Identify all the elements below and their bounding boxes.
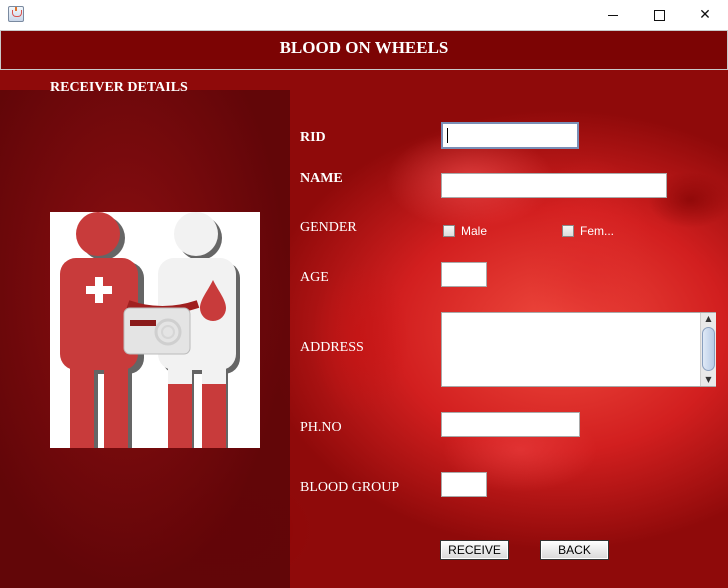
minimize-button[interactable] [590, 0, 636, 30]
address-scrollbar[interactable]: ▲ ▼ [700, 313, 716, 386]
section-title: RECEIVER DETAILS [50, 80, 188, 95]
rid-input[interactable] [441, 122, 579, 149]
address-label: ADDRESS [300, 340, 364, 355]
female-checkbox[interactable] [562, 225, 574, 237]
java-app-icon [8, 6, 24, 22]
scroll-down-arrow-icon[interactable]: ▼ [701, 374, 716, 386]
back-button[interactable]: BACK [540, 540, 609, 560]
age-label: AGE [300, 270, 329, 285]
close-button[interactable]: ✕ [682, 0, 728, 30]
main-panel: BLOOD ON WHEELS RECEIVER DETAILS RID NAM… [0, 30, 728, 588]
name-label: NAME [300, 171, 343, 186]
phone-label: PH.NO [300, 420, 342, 435]
page-title: BLOOD ON WHEELS [279, 38, 449, 57]
receive-button[interactable]: RECEIVE [440, 540, 509, 560]
blood-group-label: BLOOD GROUP [300, 480, 400, 495]
address-textarea[interactable] [441, 312, 716, 387]
scroll-up-arrow-icon[interactable]: ▲ [701, 313, 716, 325]
maximize-button[interactable] [636, 0, 682, 30]
age-input[interactable] [441, 262, 487, 287]
transfusion-illustration [60, 212, 240, 448]
scroll-thumb[interactable] [702, 327, 715, 371]
text-caret [447, 128, 448, 143]
window-titlebar: ✕ [0, 0, 728, 30]
male-checkbox-label[interactable]: Male [461, 224, 487, 238]
name-input[interactable] [441, 173, 667, 198]
blood-transfusion-icon [50, 212, 260, 448]
blood-group-input[interactable] [441, 472, 487, 497]
close-icon: ✕ [699, 7, 711, 23]
male-checkbox[interactable] [443, 225, 455, 237]
maximize-icon [653, 9, 665, 21]
minimize-icon [608, 14, 618, 16]
rid-label: RID [300, 130, 326, 145]
gender-label: GENDER [300, 220, 357, 235]
female-checkbox-label[interactable]: Fem... [580, 224, 614, 238]
phone-input[interactable] [441, 412, 580, 437]
